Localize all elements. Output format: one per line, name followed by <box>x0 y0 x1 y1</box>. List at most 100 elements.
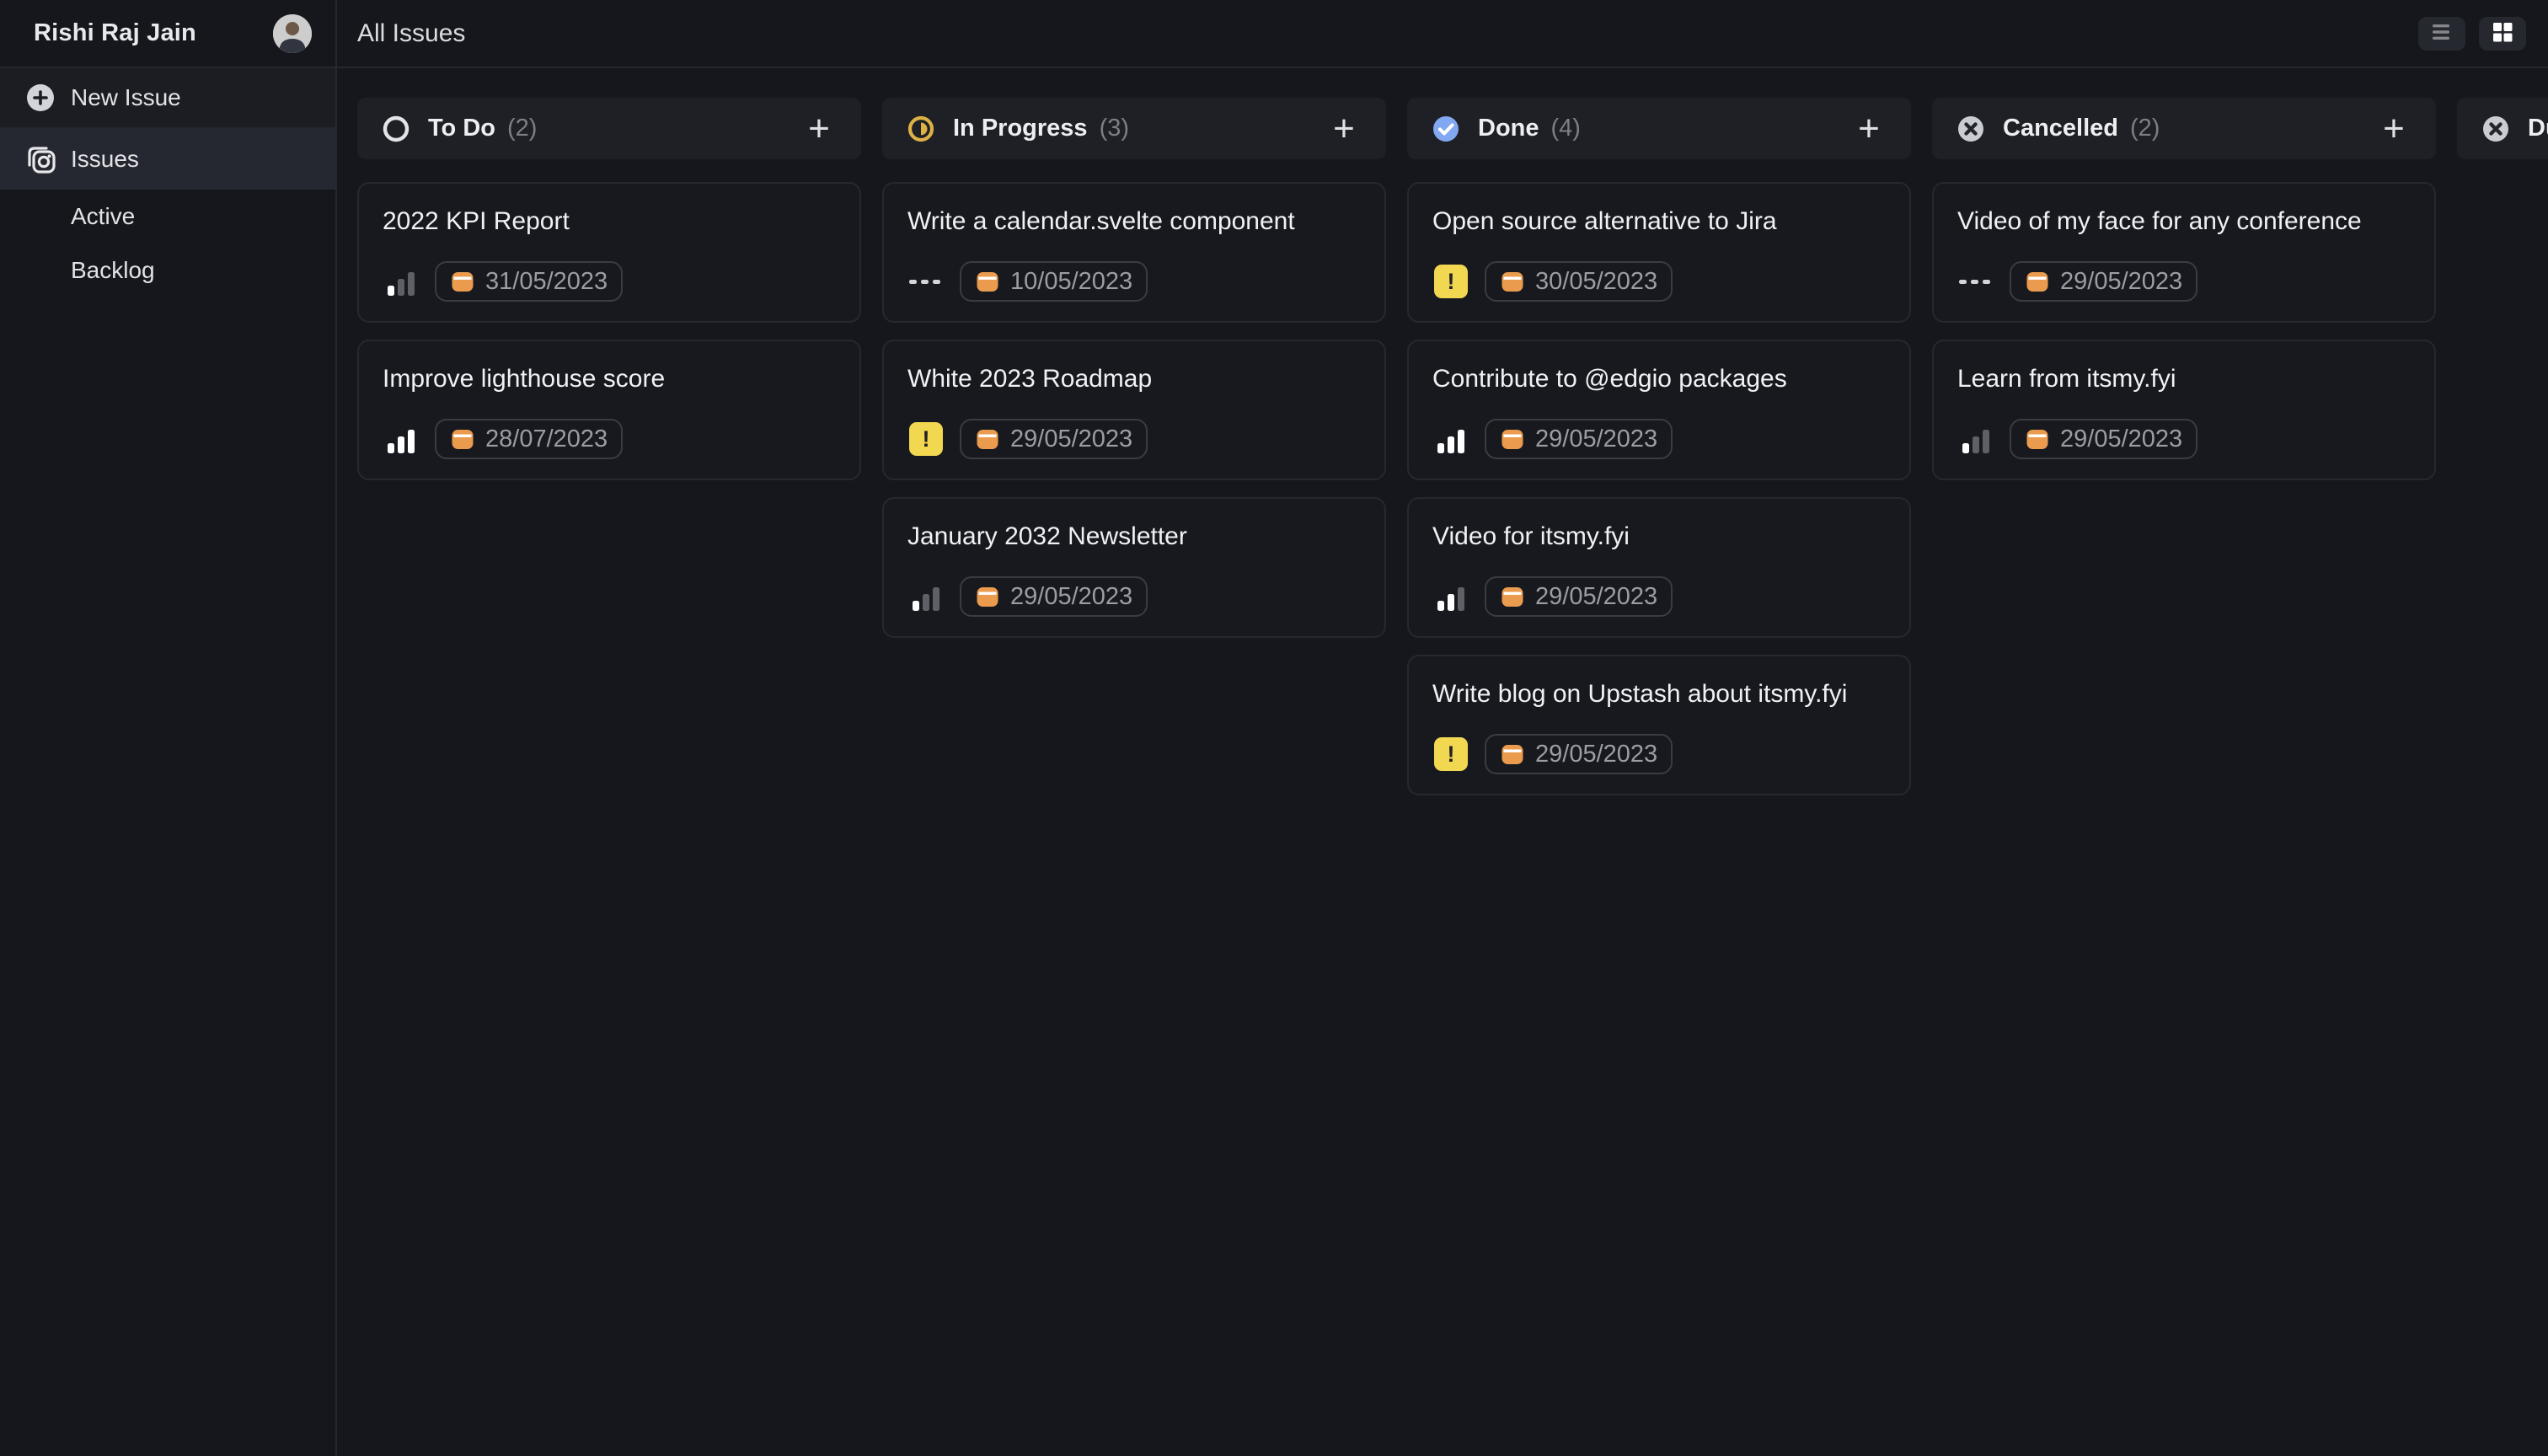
calendar-icon <box>975 426 1000 452</box>
status-in-progress-icon <box>906 114 936 144</box>
priority-urgent-icon: ! <box>907 420 945 458</box>
issue-title: Contribute to @edgio packages <box>1432 363 1886 395</box>
column-cards: 2022 KPI Report 31/05/2023 Improve lightho… <box>357 182 861 480</box>
issue-card[interactable]: Open source alternative to Jira! 30/05/20… <box>1407 182 1911 323</box>
app: Rishi Raj Jain New IssueIssuesActiveBack… <box>0 0 2548 1456</box>
urgent-glyph: ! <box>1434 265 1468 298</box>
calendar-icon <box>450 269 475 294</box>
due-date-badge: 29/05/2023 <box>2010 419 2197 459</box>
sidebar-item-label: New Issue <box>71 84 181 111</box>
urgent-glyph: ! <box>909 422 943 456</box>
column-cancelled: Cancelled(2)+Video of my face for any co… <box>1932 98 2436 1456</box>
due-date-badge: 29/05/2023 <box>1485 734 1673 774</box>
due-date-badge: 29/05/2023 <box>2010 261 2197 302</box>
column-title: Duplicate <box>2528 115 2548 142</box>
issue-card[interactable]: January 2032 Newsletter 29/05/2023 <box>882 497 1386 638</box>
due-date-text: 28/07/2023 <box>485 426 608 453</box>
board: To Do (2) +2022 KPI Report 31/05/2023 Improv… <box>337 68 2548 1456</box>
due-date-text: 29/05/2023 <box>2060 268 2182 296</box>
column-count: (2) <box>2130 115 2160 142</box>
issue-card[interactable]: Improve lighthouse score 28/07/2023 <box>357 340 861 480</box>
calendar-icon <box>1500 269 1525 294</box>
sidebar-item-active[interactable]: Active <box>0 190 335 244</box>
issue-title: White 2023 Roadmap <box>907 363 1361 395</box>
issue-meta: 29/05/2023 <box>907 576 1361 617</box>
sidebar-item-label: Issues <box>71 146 139 173</box>
add-issue-button[interactable]: + <box>1325 110 1362 147</box>
column-header-cancelled: Cancelled(2)+ <box>1932 98 2436 159</box>
priority-medium-icon <box>1432 578 1469 615</box>
column-todo: To Do (2) +2022 KPI Report 31/05/2023 Improv… <box>357 98 861 1456</box>
sidebar-item-new-issue[interactable]: New Issue <box>0 68 335 129</box>
priority-low-icon <box>1957 420 1994 458</box>
issue-meta: 31/05/2023 <box>383 261 836 302</box>
due-date-badge: 29/05/2023 <box>960 576 1148 617</box>
calendar-icon <box>975 584 1000 609</box>
add-issue-button[interactable]: + <box>800 110 838 147</box>
issue-title: Video of my face for any conference <box>1957 206 2411 238</box>
issues-icon <box>22 141 59 178</box>
sidebar-item-issues[interactable]: Issues <box>0 129 335 190</box>
sidebar-item-label: Active <box>71 203 135 230</box>
issue-meta: 29/05/2023 <box>1432 576 1886 617</box>
issue-card[interactable]: Learn from itsmy.fyi 29/05/2023 <box>1932 340 2436 480</box>
list-icon <box>2431 23 2453 44</box>
calendar-icon <box>975 269 1000 294</box>
priority-urgent-icon: ! <box>1432 736 1469 773</box>
calendar-icon <box>2025 426 2050 452</box>
grid-view-button[interactable] <box>2479 17 2526 51</box>
calendar-icon <box>450 426 475 452</box>
issue-title: Write a calendar.svelte component <box>907 206 1361 238</box>
issue-title: Learn from itsmy.fyi <box>1957 363 2411 395</box>
issue-card[interactable]: Video of my face for any conference 29/05… <box>1932 182 2436 323</box>
sidebar-item-backlog[interactable]: Backlog <box>0 244 335 297</box>
avatar[interactable] <box>273 14 312 53</box>
add-issue-button[interactable]: + <box>1850 110 1887 147</box>
issue-card[interactable]: Write a calendar.svelte component 10/05/2… <box>882 182 1386 323</box>
due-date-badge: 10/05/2023 <box>960 261 1148 302</box>
column-cards: Write a calendar.svelte component 10/05/2… <box>882 182 1386 638</box>
issue-card[interactable]: Contribute to @edgio packages 29/05/2023 <box>1407 340 1911 480</box>
issue-meta: ! 30/05/2023 <box>1432 261 1886 302</box>
column-title: To Do <box>428 115 495 142</box>
issue-title: 2022 KPI Report <box>383 206 836 238</box>
list-view-button[interactable] <box>2418 17 2465 51</box>
issue-meta: 10/05/2023 <box>907 261 1361 302</box>
priority-high-icon <box>383 420 420 458</box>
page-title: All Issues <box>357 19 465 48</box>
due-date-badge: 29/05/2023 <box>1485 419 1673 459</box>
priority-low-icon <box>383 263 420 300</box>
column-header-in-progress: In Progress(3)+ <box>882 98 1386 159</box>
plus-circle-icon <box>22 79 59 116</box>
add-issue-button[interactable]: + <box>2375 110 2412 147</box>
priority-high-icon <box>1432 420 1469 458</box>
column-duplicate: Duplicate <box>2457 98 2548 1456</box>
issue-card[interactable]: Write blog on Upstash about itsmy.fyi! 29… <box>1407 655 1911 795</box>
due-date-text: 29/05/2023 <box>1010 426 1132 453</box>
issue-card[interactable]: White 2023 Roadmap! 29/05/2023 <box>882 340 1386 480</box>
column-title: Done <box>1478 115 1539 142</box>
sidebar-nav: New Issue Issues Active Backlog <box>0 68 335 297</box>
issue-title: Improve lighthouse score <box>383 363 836 395</box>
priority-urgent-icon: ! <box>1432 263 1469 300</box>
due-date-badge: 29/05/2023 <box>1485 576 1673 617</box>
column-done: Done(4)+ Open source alternative to Jira!… <box>1407 98 1911 1456</box>
issue-card[interactable]: 2022 KPI Report 31/05/2023 <box>357 182 861 323</box>
issue-title: Open source alternative to Jira <box>1432 206 1886 238</box>
status-cancelled-icon <box>1956 114 1986 144</box>
status-todo-icon <box>381 114 411 144</box>
calendar-icon <box>1500 584 1525 609</box>
due-date-text: 29/05/2023 <box>1535 741 1657 768</box>
priority-low-icon <box>907 578 945 615</box>
issue-card[interactable]: Video for itsmy.fyi29/05/2023 <box>1407 497 1911 638</box>
due-date-text: 30/05/2023 <box>1535 268 1657 296</box>
due-date-badge: 31/05/2023 <box>435 261 623 302</box>
issue-meta: 29/05/2023 <box>1432 419 1886 459</box>
issue-title: Write blog on Upstash about itsmy.fyi <box>1432 678 1886 710</box>
issue-meta: ! 29/05/2023 <box>907 419 1361 459</box>
column-header-done: Done(4)+ <box>1407 98 1911 159</box>
column-in-progress: In Progress(3)+ Write a calendar.svelte c… <box>882 98 1386 1456</box>
column-count: (2) <box>507 115 537 142</box>
issue-title: January 2032 Newsletter <box>907 521 1361 553</box>
due-date-text: 29/05/2023 <box>1010 583 1132 611</box>
